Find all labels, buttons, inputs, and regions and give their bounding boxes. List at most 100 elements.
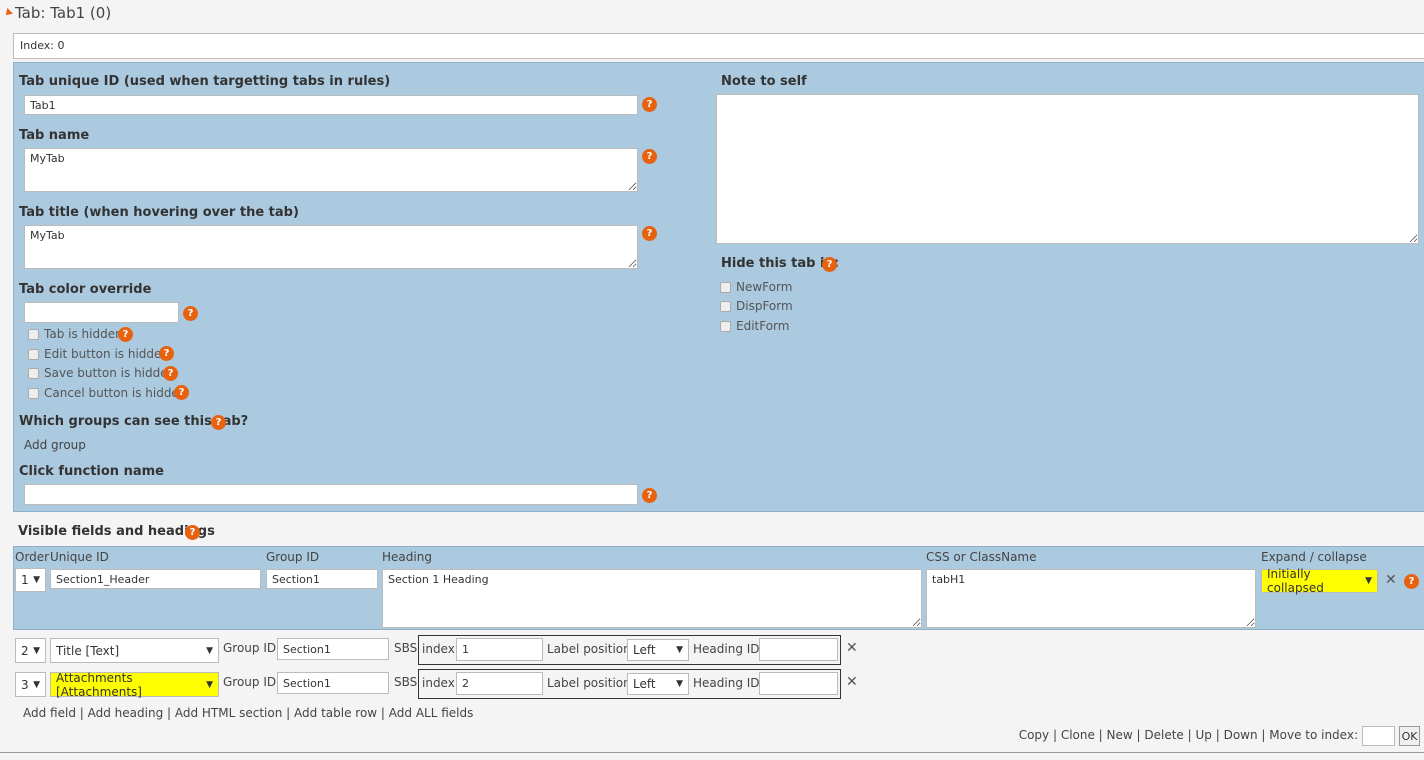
field-order-select[interactable]: 2 ▼ [15,638,46,663]
help-icon[interactable]: ? [642,488,657,503]
field-select[interactable]: Attachments [Attachments] ▼ [50,670,219,699]
add-table-row-link[interactable]: Add table row [294,706,377,720]
checkbox-tab-hidden[interactable]: Tab is hidden [28,327,123,341]
new-link[interactable]: New [1107,728,1133,742]
col-group-id: Group ID [266,550,320,564]
field-value: Attachments [Attachments] [56,670,142,699]
heading-text-input[interactable]: Section 1 Heading [382,569,922,628]
ok-button[interactable]: OK [1399,726,1420,746]
col-css: CSS or ClassName [926,550,1037,564]
dropdown-arrow-icon: ▼ [33,645,40,656]
order-value: 3 [21,677,29,692]
help-icon[interactable]: ? [1404,574,1419,589]
add-all-fields-link[interactable]: Add ALL fields [389,706,474,720]
field-group-id-input[interactable] [277,638,389,660]
note-textarea[interactable] [716,94,1419,244]
help-icon[interactable]: ? [183,306,198,321]
close-icon[interactable]: ✕ [846,674,858,690]
checkbox-box[interactable] [28,387,39,399]
tab-color-input[interactable] [24,302,179,323]
checkbox-label: EditForm [736,319,790,333]
checkbox-label: Cancel button is hidden [44,386,187,400]
tab-name-input[interactable]: MyTab [24,148,638,192]
clone-link[interactable]: Clone [1061,728,1095,742]
help-icon[interactable]: ? [211,415,226,430]
close-icon[interactable]: ✕ [1385,572,1397,588]
tab-unique-id-label: Tab unique ID (used when targetting tabs… [19,74,391,89]
help-icon[interactable]: ? [185,525,200,540]
tab-header-title: Tab: Tab1 (0) [15,4,112,22]
heading-unique-id-input[interactable] [50,569,261,589]
help-icon[interactable]: ? [642,97,657,112]
bottom-divider [0,752,1424,753]
dropdown-arrow-icon: ▼ [676,679,683,689]
move-to-index-input[interactable] [1362,726,1395,746]
label-position-value: Left [633,643,656,657]
help-icon[interactable]: ? [118,327,133,342]
sbs-index-input[interactable] [456,638,543,661]
checkbox-box[interactable] [28,348,39,360]
checkbox-edit-hidden[interactable]: Edit button is hidden [28,347,169,361]
help-icon[interactable]: ? [642,149,657,164]
click-function-label: Click function name [19,464,164,479]
index-display: Index: 0 [13,33,1424,59]
click-function-input[interactable] [24,484,638,505]
group-id-label: Group ID: [223,641,281,655]
help-icon[interactable]: ? [822,257,837,272]
sbs-index-input[interactable] [456,672,543,695]
add-html-section-link[interactable]: Add HTML section [175,706,282,720]
expand-collapse-select[interactable]: Initially collapsed ▼ [1261,567,1378,595]
tab-title-input[interactable]: MyTab [24,225,638,269]
add-field-link[interactable]: Add field [23,706,76,720]
tab-name-label: Tab name [19,128,90,143]
index-label: index: [422,676,459,690]
label-position-select[interactable]: Left ▼ [627,673,689,695]
help-icon[interactable]: ? [174,385,189,400]
help-icon[interactable]: ? [163,366,178,381]
close-icon[interactable]: ✕ [846,640,858,656]
up-link[interactable]: Up [1196,728,1212,742]
add-heading-link[interactable]: Add heading [88,706,164,720]
checkbox-label: NewForm [736,280,793,294]
field-order-select[interactable]: 3 ▼ [15,672,46,697]
delete-link[interactable]: Delete [1144,728,1183,742]
checkbox-label: Edit button is hidden [44,347,170,361]
checkbox-editform[interactable]: EditForm [720,319,789,333]
collapse-triangle-icon[interactable] [3,8,13,18]
checkbox-box[interactable] [720,320,731,332]
checkbox-dispform[interactable]: DispForm [720,299,793,313]
help-icon[interactable]: ? [642,226,657,241]
down-link[interactable]: Down [1224,728,1258,742]
field-select[interactable]: Title [Text] ▼ [50,638,219,663]
checkbox-box[interactable] [28,367,39,379]
dropdown-arrow-icon: ▼ [206,645,213,656]
checkbox-box[interactable] [28,328,39,340]
heading-id-label: Heading ID: [693,642,764,656]
checkbox-cancel-hidden[interactable]: Cancel button is hidden [28,386,186,400]
label-position-select[interactable]: Left ▼ [627,639,689,661]
heading-id-input[interactable] [759,638,838,661]
dropdown-arrow-icon: ▼ [33,575,40,585]
field-group-id-input[interactable] [277,672,389,694]
help-icon[interactable]: ? [159,346,174,361]
dropdown-arrow-icon: ▼ [206,679,213,690]
col-unique-id: Unique ID [50,550,109,564]
order-select[interactable]: 1 ▼ [15,568,46,592]
tab-header[interactable]: Tab: Tab1 (0) [3,4,112,22]
label-position-value: Left [633,677,656,691]
checkbox-box[interactable] [720,281,731,293]
tab-unique-id-input[interactable] [24,95,638,115]
note-label: Note to self [721,74,807,89]
add-links: Add field | Add heading | Add HTML secti… [23,706,474,720]
checkbox-box[interactable] [720,300,731,312]
label-position-label: Label position: [547,676,635,690]
add-group-link[interactable]: Add group [24,438,86,452]
copy-link[interactable]: Copy [1019,728,1049,742]
col-order: Order [15,550,50,564]
order-value: 1 [21,573,29,587]
heading-group-id-input[interactable] [266,569,378,589]
heading-id-input[interactable] [759,672,838,695]
checkbox-save-hidden[interactable]: Save button is hidden [28,366,175,380]
heading-css-input[interactable]: tabH1 [926,569,1256,628]
checkbox-newform[interactable]: NewForm [720,280,792,294]
